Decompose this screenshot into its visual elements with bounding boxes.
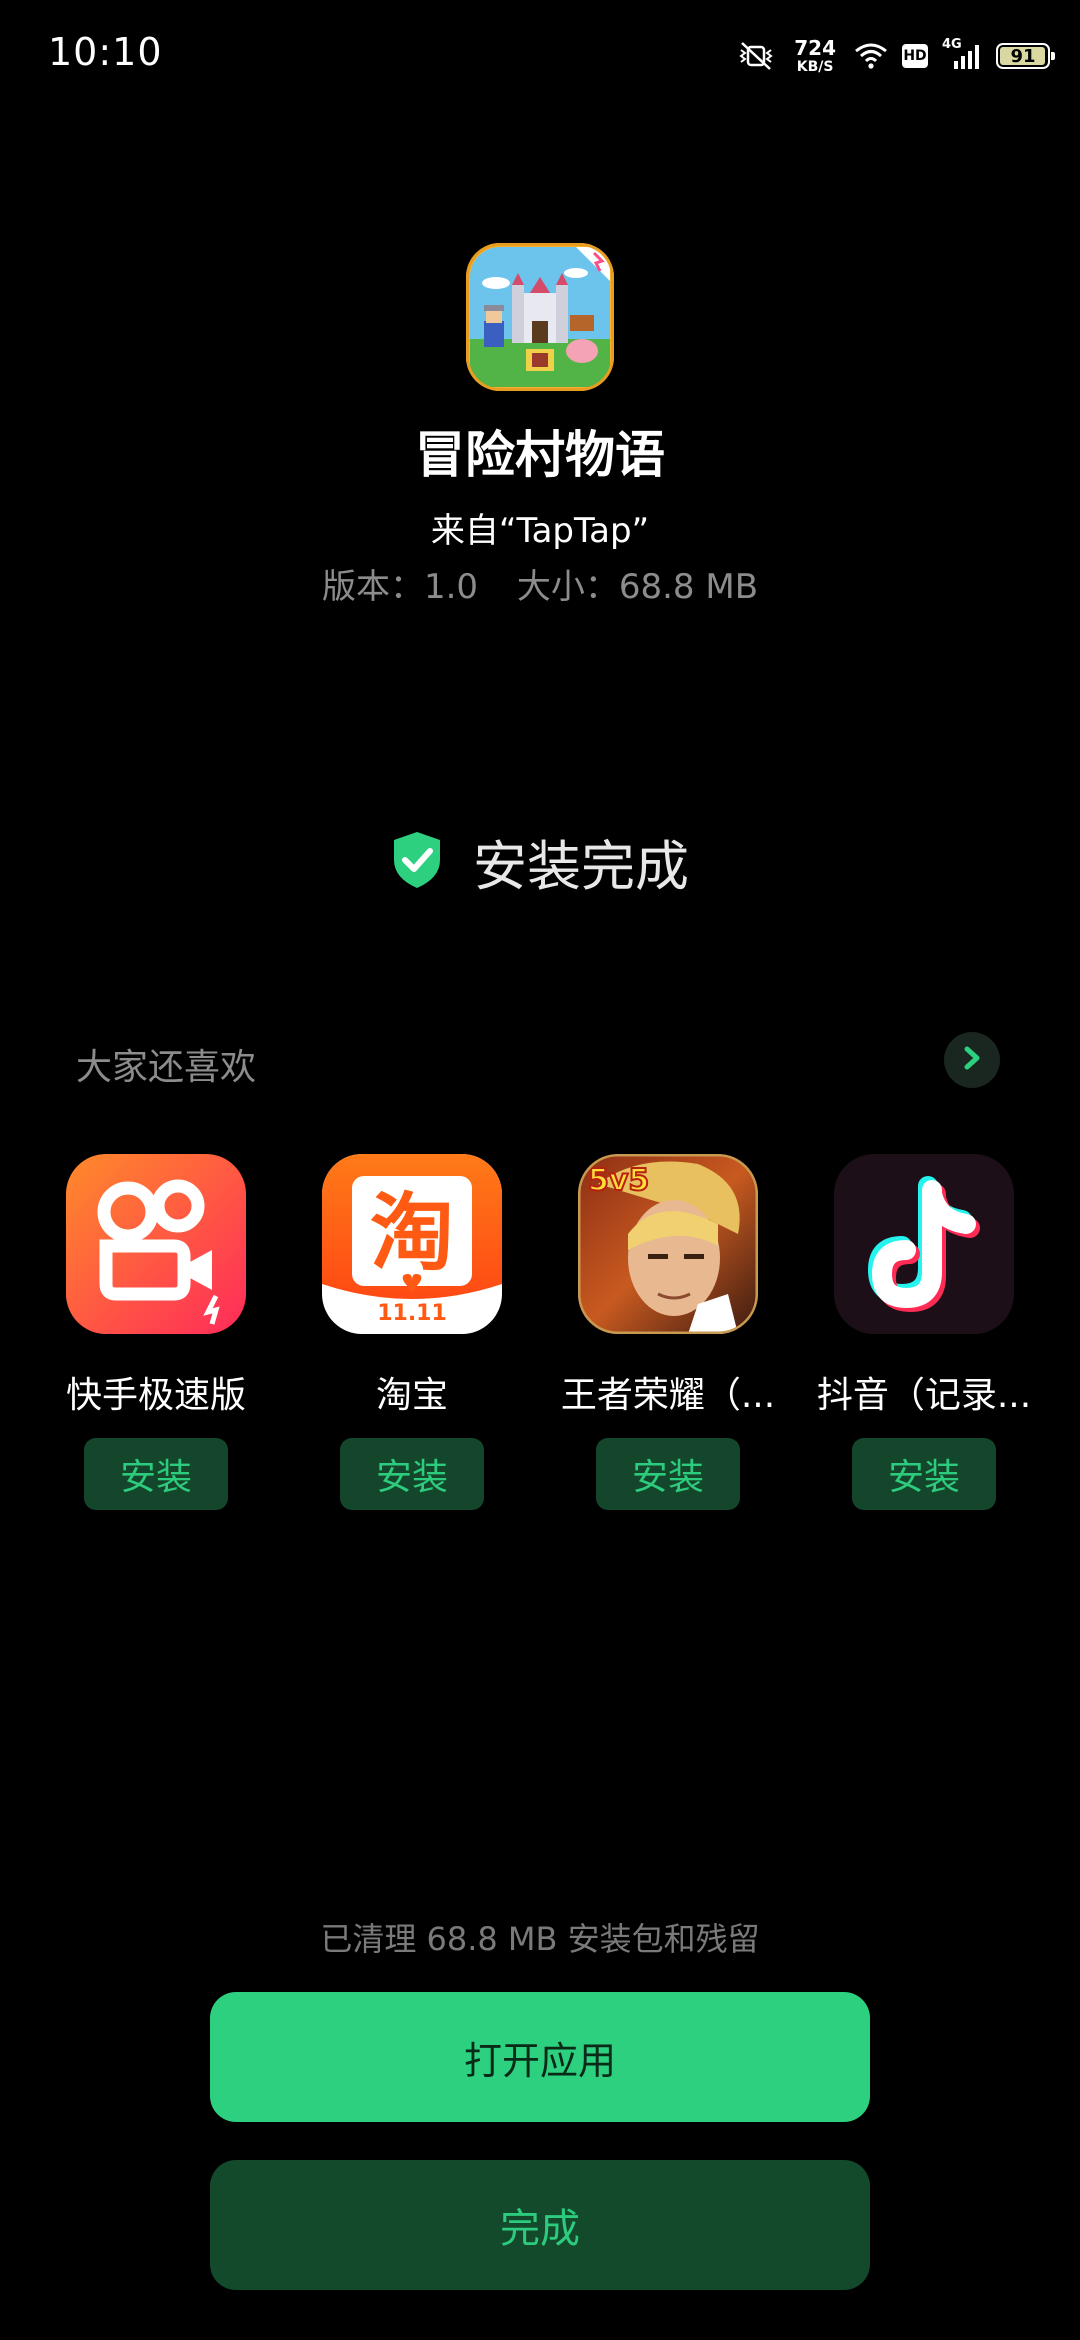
svg-text:11.11: 11.11 [377, 1301, 447, 1326]
wifi-icon [854, 42, 888, 70]
recommendation-name: 快手极速版 [65, 1375, 246, 1416]
network-type-label: 4G [942, 37, 962, 52]
douyin-icon[interactable] [834, 1154, 1014, 1334]
install-status-text: 安装完成 [473, 835, 689, 898]
status-bar: 10:10 724 KB/S HD 4G 91 [0, 0, 1080, 110]
app-size: 大小：68.8 MB [516, 567, 759, 607]
install-button[interactable]: 安装 [852, 1438, 996, 1510]
network-speed-value: 724 [794, 36, 836, 60]
svg-text:淘: 淘 [370, 1184, 454, 1282]
hd-icon: HD [902, 44, 928, 68]
install-button[interactable]: 安装 [340, 1438, 484, 1510]
honor-of-kings-icon[interactable]: 5v5 [578, 1154, 758, 1334]
done-button[interactable]: 完成 [210, 2160, 870, 2290]
recommendation-name: 王者荣耀（... [560, 1375, 776, 1416]
install-status: 安装完成 [0, 822, 1080, 901]
chevron-right-icon [960, 1044, 984, 1076]
mute-vibrate-icon [736, 41, 776, 71]
adventure-village-game-icon [466, 243, 614, 391]
app-version: 版本：1.0 [321, 567, 479, 607]
app-title: 冒险村物语 [415, 426, 665, 484]
cleanup-info: 已清理 68.8 MB 安装包和残留 [320, 1920, 760, 1958]
recommendation-name: 抖音（记录... [816, 1375, 1032, 1416]
signal-icon: 4G [942, 37, 982, 71]
recommendation-name: 淘宝 [375, 1375, 448, 1416]
install-button[interactable]: 安装 [596, 1438, 740, 1510]
battery-level: 91 [1010, 45, 1036, 67]
battery-icon: 91 [996, 43, 1055, 69]
taobao-icon[interactable]: 淘 11.11 [322, 1154, 502, 1334]
network-speed-unit: KB/S [796, 59, 834, 75]
app-source: 来自“TapTap” [430, 511, 650, 551]
shield-check-icon [391, 830, 443, 894]
open-app-button[interactable]: 打开应用 [210, 1992, 870, 2122]
status-icons: 724 KB/S HD 4G 91 [736, 32, 1055, 80]
kuaishou-lite-icon[interactable] [66, 1154, 246, 1334]
status-time: 10:10 [48, 30, 163, 74]
recommendations-title: 大家还喜欢 [76, 1047, 257, 1088]
network-speed: 724 KB/S [794, 38, 836, 74]
install-button[interactable]: 安装 [84, 1438, 228, 1510]
app-meta: 版本：1.0 大小：68.8 MB [0, 559, 1080, 608]
recommendations-more-button[interactable] [944, 1032, 1000, 1088]
svg-text:5v5: 5v5 [588, 1163, 649, 1198]
